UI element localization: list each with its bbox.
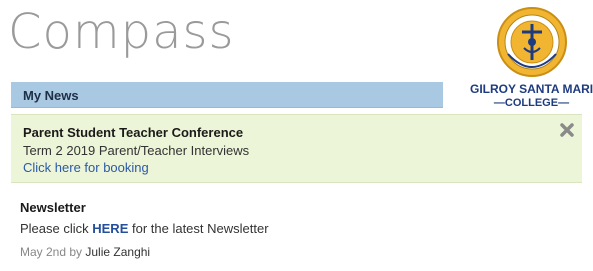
school-name: GILROY SANTA MARIA xyxy=(470,82,593,96)
app-title: Compass xyxy=(8,4,235,60)
school-logo: GILROY SANTA MARIA —COLLEGE— xyxy=(470,4,593,116)
alert-conference: Parent Student Teacher Conference Term 2… xyxy=(11,114,582,183)
booking-link[interactable]: Click here for booking xyxy=(23,160,149,175)
news-item-body-prefix: Please click xyxy=(20,221,93,236)
news-header: My News xyxy=(11,82,443,108)
alert-text: Term 2 2019 Parent/Teacher Interviews xyxy=(23,143,250,158)
news-header-title: My News xyxy=(23,88,79,103)
close-icon[interactable] xyxy=(559,122,575,138)
news-item-date: May 2nd by xyxy=(20,245,86,259)
newsletter-link[interactable]: HERE xyxy=(92,221,128,236)
news-item-meta: May 2nd by Julie Zanghi xyxy=(20,244,580,260)
news-item-body: Please click HERE for the latest Newslet… xyxy=(20,221,580,237)
news-item-author: Julie Zanghi xyxy=(85,245,151,259)
school-subtitle: —COLLEGE— xyxy=(493,97,570,109)
news-item-title: Newsletter xyxy=(20,200,86,215)
alert-title: Parent Student Teacher Conference xyxy=(23,125,244,140)
school-crest-icon xyxy=(497,7,567,77)
news-item-newsletter: Newsletter Please click HERE for the lat… xyxy=(20,200,580,260)
news-item-body-suffix: for the latest Newsletter xyxy=(128,221,269,236)
